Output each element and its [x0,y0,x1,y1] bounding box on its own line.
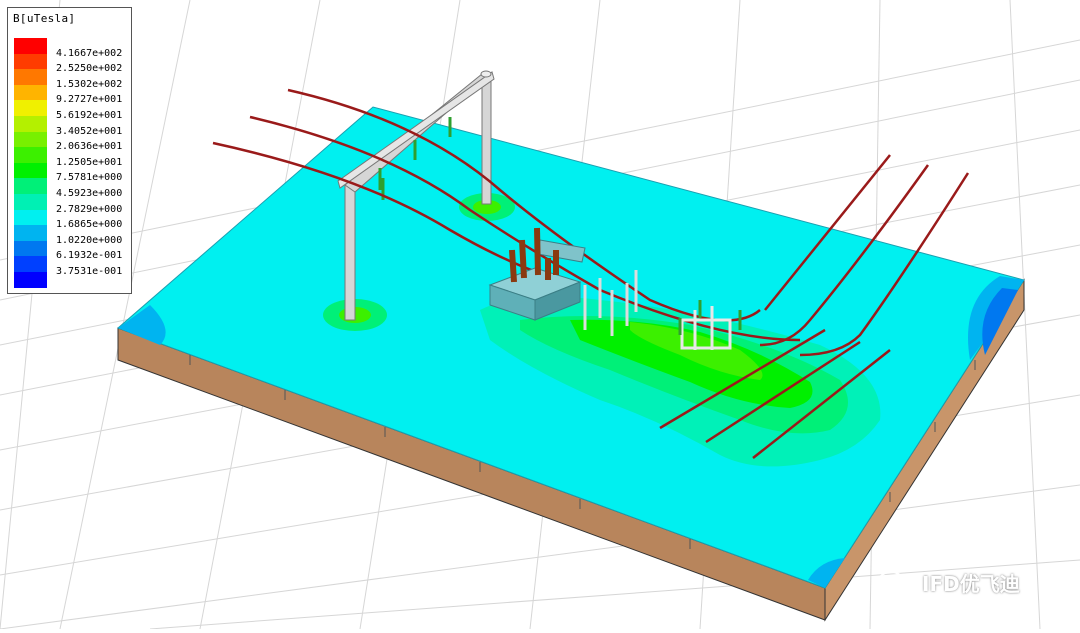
color-legend: B[uTesla] 4.1667e+002 2.5250e+002 1.5302e+… [7,7,132,294]
legend-tick-label: 6.1932e-001 [56,250,123,262]
legend-swatch [14,100,47,116]
legend-tick-label: 1.5302e+002 [56,78,123,90]
legend-tick-label: 4.1667e+002 [56,47,123,59]
legend-swatch [14,225,47,241]
legend-tick-label: 2.7829e+000 [56,203,123,215]
watermark-text: IFD优飞迪 [922,571,1020,596]
legend-swatch [14,116,47,132]
legend-tick-label: 2.5250e+002 [56,63,123,75]
legend-swatch [14,147,47,163]
legend-swatch [14,162,47,179]
legend-swatch [14,53,47,70]
legend-tick-label: 9.2727e+001 [56,94,123,106]
legend-swatch [14,178,47,194]
legend-tick-label: 5.6192e+001 [56,110,123,121]
legend-title: B[uTesla] [13,12,76,25]
legend-tick-label: 2.0636e+001 [56,141,123,153]
legend-tick-label: 1.0220e+000 [56,234,123,246]
wechat-logo-icon [878,571,913,594]
legend-swatch [14,272,47,288]
legend-swatch [14,240,47,257]
legend-swatch [14,194,47,210]
watermark: IFD优飞迪 [876,567,1020,597]
field-plot-viewport[interactable]: B[uTesla] 4.1667e+002 2.5250e+002 1.5302e+… [0,0,1080,630]
legend-color-bar [14,38,47,288]
legend-tick-label: 1.2505e+001 [56,156,123,168]
legend-tick-label: 4.5923e+000 [56,188,123,199]
legend-tick-label: 7.5781e+000 [56,172,123,184]
scene-3d [0,0,1080,630]
legend-swatch [14,256,47,272]
legend-swatch [14,209,47,226]
legend-swatch [14,84,47,101]
legend-swatch [14,131,47,148]
legend-swatch [14,38,47,54]
legend-tick-label: 3.4052e+001 [56,125,123,137]
legend-tick-label: 3.7531e-001 [56,266,123,277]
legend-swatch [14,69,47,85]
legend-tick-label: 1.6865e+000 [56,219,123,231]
